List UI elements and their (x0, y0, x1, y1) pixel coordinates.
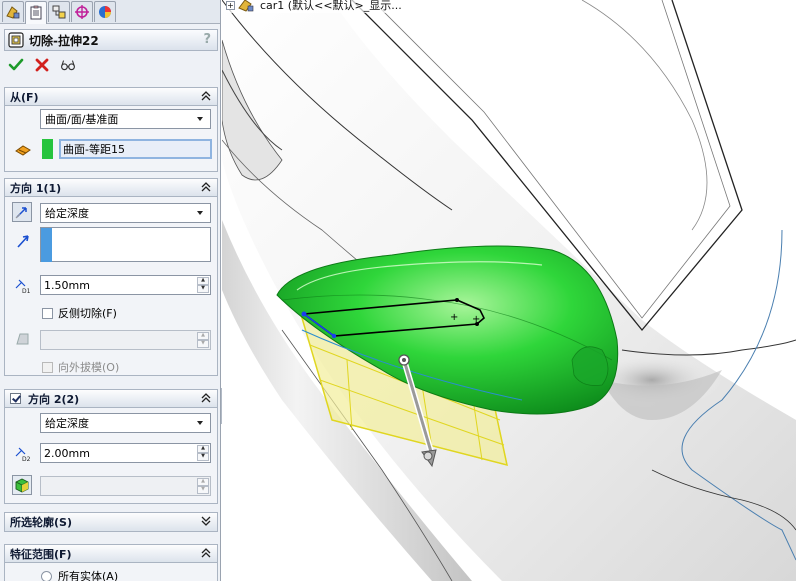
selected-contours-title[interactable]: 所选轮廓(S) (5, 513, 217, 531)
face-selection-field[interactable]: 曲面-等距15 (59, 139, 212, 159)
feature-tree-flyout[interactable]: + car1 (默认<<默认>_显示... (226, 0, 402, 13)
configuration-manager-tab[interactable] (48, 1, 70, 22)
graphics-area[interactable]: + + + car1 (默认<<默认>_显示... (222, 0, 796, 581)
expand-plus-icon[interactable]: + (226, 0, 235, 10)
draft-angle-spinner[interactable]: ▲ ▼ (197, 332, 209, 348)
feature-manager-tab[interactable] (2, 1, 24, 22)
chevron-down-icon (197, 421, 203, 425)
end-condition1-value: 给定深度 (45, 207, 89, 220)
draft2-angle-input[interactable]: ▲ ▼ (40, 476, 211, 496)
face-selection-value: 曲面-等距15 (63, 143, 125, 156)
draft-outward-checkbox[interactable]: 向外拔模(O) (42, 359, 119, 375)
configuration-manager-tab-icon (52, 5, 66, 19)
feature-scope-group: 特征范围(F) 所有实体(A) (4, 544, 218, 581)
all-bodies-radio-dot[interactable] (41, 570, 52, 581)
selected-contours-group: 所选轮廓(S) (4, 512, 218, 532)
extruded-cut-icon (8, 32, 24, 48)
flip-side-cut-label: 反侧切除(F) (58, 307, 117, 320)
feature-manager-tab-icon (6, 6, 20, 19)
depth2-icon-box: D2 (12, 443, 32, 463)
manager-tabbar (0, 0, 220, 24)
action-buttons (8, 55, 76, 75)
direction2-enable-checkbox[interactable] (10, 393, 21, 404)
direction2-group: 方向 2(2) 给定深度 D2 2.00mm ▲ ▼ ▲ ▼ (4, 389, 218, 504)
collapse-chevron-icon[interactable] (199, 546, 213, 560)
selected-contours-label: 所选轮廓(S) (10, 516, 72, 529)
start-condition-value: 曲面/面/基准面 (45, 113, 119, 126)
property-manager-tab-icon (30, 5, 42, 20)
help-button[interactable]: ? (203, 32, 211, 47)
direction2-group-label: 方向 2(2) (28, 392, 80, 406)
feature-header: 切除-拉伸22 ? (4, 29, 218, 51)
direction2-group-title[interactable]: 方向 2(2) (5, 390, 217, 408)
feature-scope-label: 特征范围(F) (10, 547, 72, 561)
expand-chevron-icon[interactable] (199, 514, 213, 528)
draft-angle-input[interactable]: ▲ ▼ (40, 330, 211, 350)
display-manager-tab[interactable] (94, 1, 116, 22)
all-bodies-label: 所有实体(A) (58, 570, 119, 581)
collapse-chevron-icon[interactable] (199, 89, 213, 103)
draft-angle-icon (16, 333, 29, 345)
depth-dimension-icon: D2 (15, 447, 31, 462)
tree-flyout-label: car1 (默认<<默认>_显示... (260, 0, 402, 12)
reverse-direction-icon (15, 207, 27, 219)
depth2-input[interactable]: 2.00mm ▲ ▼ (40, 443, 211, 463)
direction-vector-icon-box (13, 231, 33, 251)
dimxpert-manager-tab[interactable] (71, 1, 93, 22)
from-group-label: 从(F) (10, 90, 39, 104)
collapse-chevron-icon[interactable] (199, 391, 213, 405)
model-scene: + + (222, 0, 796, 581)
dimxpert-manager-tab-icon (75, 5, 89, 19)
svg-text:D2: D2 (22, 456, 31, 462)
direction1-group-label: 方向 1(1) (10, 181, 62, 195)
depth1-input[interactable]: 1.50mm ▲ ▼ (40, 275, 211, 295)
draft-cube-icon (15, 478, 29, 493)
draft-outward-label: 向外拔模(O) (58, 361, 120, 374)
property-manager: 切除-拉伸22 ? 从(F) 曲面/面/基准面 曲面-等距15 方向 1(1) (0, 0, 221, 581)
direction-vector-field[interactable] (40, 227, 211, 262)
flip-side-cut-checkbox[interactable]: 反侧切除(F) (42, 305, 117, 321)
draft2-button[interactable] (12, 475, 32, 495)
chevron-down-icon (197, 211, 203, 215)
depth1-value: 1.50mm (44, 278, 90, 292)
face-color-swatch (42, 139, 53, 159)
depth1-spinner[interactable]: ▲ ▼ (197, 277, 209, 293)
surface-face-icon (15, 145, 31, 156)
feature-title: 切除-拉伸22 (29, 33, 99, 48)
collapse-chevron-icon[interactable] (199, 180, 213, 194)
reverse-direction-button[interactable] (12, 202, 32, 222)
svg-text:D1: D1 (22, 288, 31, 294)
display-manager-tab-icon (99, 6, 111, 18)
detailed-preview-glasses-icon[interactable] (60, 57, 76, 73)
from-group: 从(F) 曲面/面/基准面 曲面-等距15 (4, 87, 218, 172)
feature-scope-title[interactable]: 特征范围(F) (5, 545, 217, 563)
depth1-icon-box: D1 (12, 275, 32, 295)
all-bodies-radio[interactable]: 所有实体(A) (41, 568, 118, 581)
draft-outward-box[interactable] (42, 361, 53, 373)
ok-check-icon[interactable] (8, 57, 24, 73)
end-condition2-value: 给定深度 (45, 417, 89, 430)
depth2-spinner[interactable]: ▲ ▼ (197, 445, 209, 461)
face-selection-icon-box (13, 140, 33, 160)
direction-color-swatch (41, 228, 52, 262)
direction1-group-title[interactable]: 方向 1(1) (5, 179, 217, 197)
draft2-angle-spinner[interactable]: ▲ ▼ (197, 478, 209, 494)
end-condition1-select[interactable]: 给定深度 (40, 203, 211, 223)
draft-icon-box (13, 329, 33, 349)
from-group-title[interactable]: 从(F) (5, 88, 217, 106)
direction1-group: 方向 1(1) 给定深度 D1 1.50mm ▲ ▼ 反侧切除(F) ▲ ▼ 向… (4, 178, 218, 376)
svg-text:+: + (450, 312, 458, 323)
direction-arrow-icon (17, 235, 29, 248)
chevron-down-icon (197, 117, 203, 121)
depth-dimension-icon: D1 (15, 279, 31, 294)
end-condition2-select[interactable]: 给定深度 (40, 413, 211, 433)
property-manager-tab[interactable] (25, 1, 47, 24)
start-condition-select[interactable]: 曲面/面/基准面 (40, 109, 211, 129)
depth2-value: 2.00mm (44, 446, 90, 460)
svg-text:+: + (472, 314, 480, 325)
flip-side-cut-box[interactable] (42, 307, 53, 319)
part-icon (238, 0, 254, 12)
cancel-x-icon[interactable] (34, 57, 50, 73)
